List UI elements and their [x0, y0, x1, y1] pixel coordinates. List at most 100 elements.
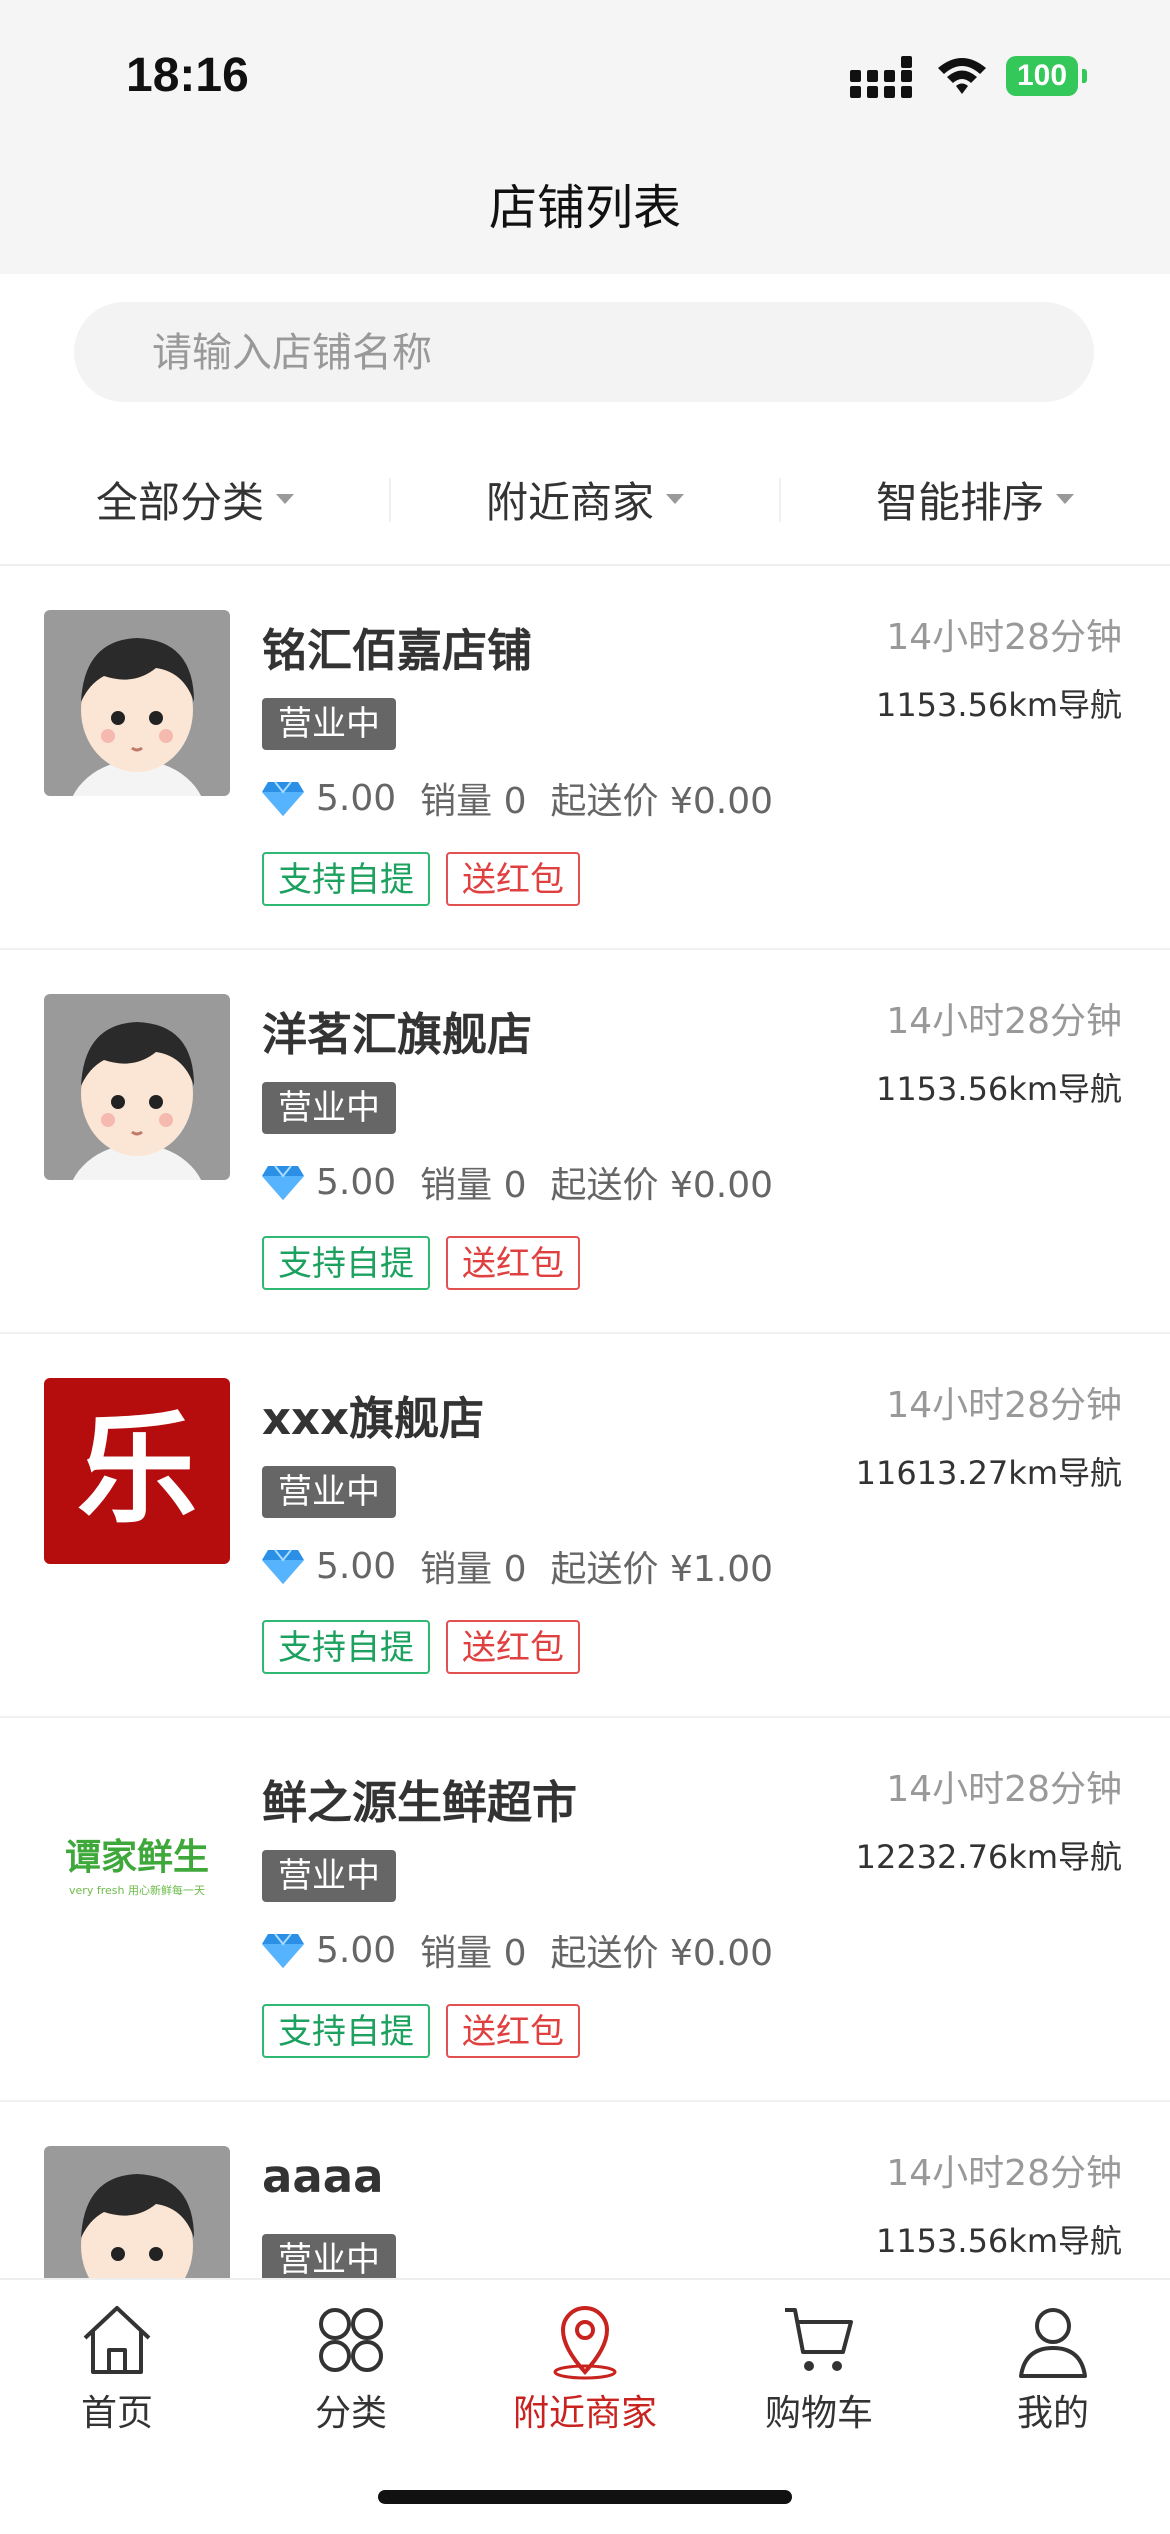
- tab-label: 首页: [80, 2393, 153, 2434]
- cart-icon: [785, 2308, 853, 2371]
- caret-down-icon: [666, 494, 684, 504]
- store-row[interactable]: 洋茗汇旗舰店 营业中 5.00 销量 0 起送价 ¥0.00 支持自提 送红包 …: [0, 950, 1170, 1334]
- tab-label: 附近商家: [512, 2393, 657, 2434]
- sales: 销量 0: [420, 1165, 527, 1206]
- tag-red-envelope: 送红包: [446, 1236, 580, 1290]
- status-badge: 营业中: [262, 1082, 396, 1134]
- status-badge: 营业中: [262, 1850, 396, 1902]
- rating: 5.00: [316, 1929, 397, 1971]
- filter-all-categories[interactable]: 全部分类: [0, 434, 390, 564]
- search-box[interactable]: [74, 302, 1094, 404]
- tab-category[interactable]: 分类: [234, 2300, 468, 2440]
- distance-navigate[interactable]: 1153.56km导航: [876, 680, 1122, 726]
- distance-navigate[interactable]: 12232.76km导航: [856, 1832, 1122, 1878]
- tag-pickup: 支持自提: [262, 852, 430, 906]
- logo-text: 乐: [77, 1401, 197, 1540]
- store-avatar: [44, 610, 230, 796]
- sales: 销量 0: [420, 1549, 527, 1590]
- tag-red-envelope: 送红包: [446, 1620, 580, 1674]
- home-icon: [83, 2306, 151, 2374]
- min-order: 起送价 ¥0.00: [550, 781, 774, 822]
- tag-pickup: 支持自提: [262, 1620, 430, 1674]
- store-row[interactable]: 乐 xxx旗舰店 营业中 5.00 销量 0 起送价 ¥1.00 支持自提 送红…: [0, 1334, 1170, 1718]
- store-meta: 5.00 销量 0 起送价 ¥0.00: [262, 1924, 797, 1976]
- category-icon: [319, 2308, 383, 2372]
- store-row[interactable]: 铭汇佰嘉店铺 营业中 5.00 销量 0 起送价 ¥0.00 支持自提 送红包 …: [0, 566, 1170, 950]
- status-bar: 18:16 100: [0, 0, 1170, 150]
- diamond-icon: [262, 1549, 304, 1584]
- filter-nearby-merchants[interactable]: 附近商家: [390, 434, 780, 564]
- store-avatar: [44, 2146, 230, 2278]
- caret-down-icon: [276, 494, 294, 504]
- store-name: 鲜之源生鲜超市: [262, 1776, 578, 1829]
- diamond-icon: [262, 1165, 304, 1200]
- store-avatar: [44, 994, 230, 1180]
- diamond-icon: [262, 781, 304, 816]
- tab-mine[interactable]: 我的: [936, 2300, 1170, 2440]
- search-input[interactable]: [150, 302, 1054, 404]
- battery-level: 100: [1006, 56, 1078, 96]
- tab-label: 分类: [314, 2393, 387, 2434]
- distance-navigate[interactable]: 1153.56km导航: [876, 2216, 1122, 2262]
- tag-list: 支持自提 送红包: [262, 2004, 596, 2058]
- tab-home[interactable]: 首页: [0, 2300, 234, 2440]
- user-icon: [1019, 2308, 1087, 2378]
- clock: 18:16: [126, 49, 249, 102]
- page-title: 店铺列表: [488, 180, 681, 236]
- sales: 销量 0: [420, 781, 527, 822]
- tag-list: 支持自提 送红包: [262, 1236, 596, 1290]
- delivery-time: 14小时28分钟: [886, 1001, 1122, 1042]
- min-order: 起送价 ¥0.00: [550, 1165, 774, 1206]
- distance-navigate[interactable]: 11613.27km导航: [856, 1448, 1122, 1494]
- logo-subtext: very fresh 用心新鲜每一天: [69, 1884, 205, 1897]
- filter-label: 附近商家: [485, 477, 654, 527]
- search-section: [0, 274, 1170, 434]
- store-name: xxx旗舰店: [262, 1392, 485, 1445]
- location-icon: [553, 2306, 617, 2380]
- tag-red-envelope: 送红包: [446, 2004, 580, 2058]
- battery-icon: 100: [1006, 56, 1088, 96]
- filter-label: 全部分类: [95, 477, 264, 527]
- caret-down-icon: [1056, 494, 1074, 504]
- wifi-icon: [938, 58, 986, 94]
- status-badge: 营业中: [262, 698, 396, 750]
- store-meta: 5.00 销量 0 起送价 ¥1.00: [262, 1540, 797, 1592]
- filter-bar: 全部分类 附近商家 智能排序: [0, 434, 1170, 566]
- store-row[interactable]: 谭家鲜生 very fresh 用心新鲜每一天 鲜之源生鲜超市 营业中 5.00…: [0, 1718, 1170, 2102]
- tab-nearby[interactable]: 附近商家: [468, 2300, 702, 2440]
- filter-smart-sort[interactable]: 智能排序: [780, 434, 1170, 564]
- delivery-time: 14小时28分钟: [886, 617, 1122, 658]
- tag-list: 支持自提 送红包: [262, 852, 596, 906]
- filter-label: 智能排序: [875, 477, 1044, 527]
- status-badge: 营业中: [262, 1466, 396, 1518]
- diamond-icon: [262, 1933, 304, 1968]
- tag-pickup: 支持自提: [262, 2004, 430, 2058]
- rating: 5.00: [316, 1545, 397, 1587]
- store-name: 洋茗汇旗舰店: [262, 1008, 533, 1061]
- store-list: 铭汇佰嘉店铺 营业中 5.00 销量 0 起送价 ¥0.00 支持自提 送红包 …: [0, 566, 1170, 2278]
- store-name: 铭汇佰嘉店铺: [262, 624, 533, 677]
- tab-cart[interactable]: 购物车: [702, 2300, 936, 2440]
- store-logo: 谭家鲜生 very fresh 用心新鲜每一天: [44, 1762, 230, 1948]
- store-logo: 乐: [44, 1378, 230, 1564]
- home-indicator[interactable]: [378, 2490, 792, 2504]
- min-order: 起送价 ¥0.00: [550, 1933, 774, 1974]
- tab-label: 购物车: [764, 2393, 873, 2434]
- store-row[interactable]: aaaa 营业中 14小时28分钟 1153.56km导航: [0, 2102, 1170, 2278]
- tag-red-envelope: 送红包: [446, 852, 580, 906]
- distance-navigate[interactable]: 1153.56km导航: [876, 1064, 1122, 1110]
- delivery-time: 14小时28分钟: [886, 2153, 1122, 2194]
- store-meta: 5.00 销量 0 起送价 ¥0.00: [262, 1156, 797, 1208]
- logo-text: 谭家鲜生: [64, 1837, 209, 1878]
- tag-pickup: 支持自提: [262, 1236, 430, 1290]
- delivery-time: 14小时28分钟: [886, 1385, 1122, 1426]
- tab-label: 我的: [1016, 2393, 1089, 2434]
- tag-list: 支持自提 送红包: [262, 1620, 596, 1674]
- status-badge: 营业中: [262, 2234, 396, 2278]
- nav-bar: 店铺列表: [0, 150, 1170, 274]
- delivery-time: 14小时28分钟: [886, 1769, 1122, 1810]
- rating: 5.00: [316, 777, 397, 819]
- sales: 销量 0: [420, 1933, 527, 1974]
- min-order: 起送价 ¥1.00: [550, 1549, 774, 1590]
- signal-icon: [850, 56, 912, 98]
